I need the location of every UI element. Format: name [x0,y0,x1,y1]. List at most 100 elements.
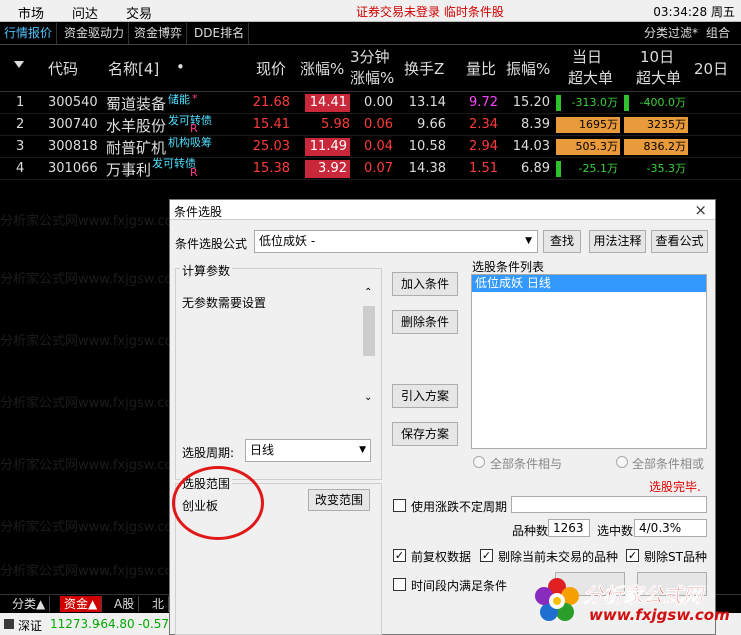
scroll-thumb[interactable] [363,306,375,356]
col-10day-b[interactable]: 超大单 [636,68,681,88]
close-icon[interactable]: × [694,201,707,219]
login-warning: 证券交易未登录 临时条件股 [356,5,504,19]
tab-fund-game[interactable]: 资金博弈 [130,23,188,44]
delete-condition-button[interactable]: 删除条件 [392,310,458,334]
fq-checkbox[interactable]: ✓ [393,549,406,562]
view-formula-button[interactable]: 查看公式 [651,230,708,253]
import-plan-button[interactable]: 引入方案 [392,384,458,408]
col-amplitude[interactable]: 振幅% [506,58,550,79]
stock-name: 水羊股份 [106,117,167,135]
status-change: -64.80 [96,617,135,631]
tab-category[interactable]: 分类▲ [8,596,51,612]
list-item[interactable]: 低位成妖 日线 [472,275,706,292]
save-plan-button[interactable]: 保存方案 [392,422,458,446]
col-turnover[interactable]: 换手Z [404,58,444,79]
turnover: 13.14 [408,95,446,110]
logo-text-url: www.fxjgsw.com [589,606,730,624]
period-label: 选股周期: [182,446,235,460]
period-range-field[interactable] [511,496,707,513]
col-today-b[interactable]: 超大单 [568,68,613,88]
col-change[interactable]: 涨幅% [300,58,344,79]
radio-or[interactable] [616,456,628,468]
vol-ratio: 9.72 [469,95,498,110]
col-10day-a[interactable]: 10日 [640,47,674,67]
turnover: 9.66 [417,117,446,132]
params-label: 计算参数 [180,262,233,279]
watermark: 分析家公式网www.fxjgsw.com [0,396,186,411]
hit-value: 4/0.3% [639,521,682,535]
select-status: 选股完毕. [649,480,701,494]
exclude-untraded-label: 剔除当前未交易的品种 [498,550,619,564]
condition-list[interactable]: 低位成妖 日线 [471,274,707,449]
col-dot: • [176,58,185,76]
change-range-button[interactable]: 改变范围 [308,489,370,511]
count-field: 1263 [548,519,590,537]
exclude-st-checkbox[interactable]: ✓ [626,549,639,562]
watermark: 分析家公式网www.fxjgsw.com [0,458,186,473]
period-select[interactable]: 日线 ▼ [245,439,371,462]
table-row[interactable]: 4 301066 万事利 发可转债 R 15.38 3.92 0.07 14.3… [0,157,741,180]
sort-down-icon[interactable] [14,61,24,68]
col-name[interactable]: 名称[4] [108,58,159,79]
exclude-untraded-checkbox[interactable]: ✓ [480,549,493,562]
stock-code: 300818 [48,139,98,154]
tab-category-filter[interactable]: 分类过滤* [644,23,698,44]
min3-pct: 0.04 [364,139,393,154]
usage-button[interactable]: 用法注释 [589,230,646,253]
period-all-checkbox[interactable] [393,578,406,591]
status-market: 深证 [18,619,43,633]
col-code[interactable]: 代码 [48,58,78,79]
status-icon [4,619,14,629]
col-20day[interactable]: 20日 [694,58,728,79]
count-value: 1263 [553,521,584,535]
tab-fund[interactable]: 资金▲ [60,596,103,612]
flower-logo-icon [535,578,579,621]
col-today-a[interactable]: 当日 [572,47,602,67]
row-index: 3 [16,139,25,154]
table-row[interactable]: 1 300540 蜀道装备 储能 * 21.68 14.41 0.00 13.1… [0,92,741,114]
params-scrollbar[interactable]: ⌃ ⌄ [361,287,377,408]
find-button[interactable]: 查找 [543,230,581,253]
tab-quotes[interactable]: 行情报价 [0,23,58,44]
chevron-down-icon: ▼ [525,236,532,246]
amplitude: 15.20 [512,95,550,110]
turnover: 14.38 [408,161,446,176]
tab-ashare[interactable]: A股 [110,596,140,612]
col-3min-b[interactable]: 涨幅% [350,68,394,88]
amplitude: 6.89 [521,161,550,176]
change-pct: 3.92 [305,160,350,178]
col-volratio[interactable]: 量比 [466,58,496,79]
tab-portfolio[interactable]: 组合 [706,23,730,44]
table-row[interactable]: 3 300818 耐普矿机 机构吸筹 25.03 11.49 0.04 10.5… [0,136,741,158]
menu-bar: 市场 问达 交易 证券交易未登录 临时条件股 03:34:28 周五 [0,0,741,22]
tab-fund-drive[interactable]: 资金驱动力 [60,23,130,44]
col-3min-a[interactable]: 3分钟 [350,47,390,67]
exclude-st-label: 剔除ST品种 [644,550,707,564]
change-pct: 5.98 [321,117,350,132]
menu-market[interactable]: 市场 [18,3,44,22]
stock-tag-mark: R [190,166,198,179]
amplitude: 8.39 [521,117,550,132]
condition-list-label: 选股条件列表 [472,260,545,274]
formula-select[interactable]: 低位成妖 - ▼ [254,230,538,253]
col-price[interactable]: 现价 [256,58,286,79]
table-row[interactable]: 2 300740 水羊股份 发可转债 R 15.41 5.98 0.06 9.6… [0,114,741,136]
row-index: 1 [16,95,25,110]
use-period-label: 使用涨跌不定周期 [411,500,508,514]
tab-north[interactable]: 北 [148,596,170,612]
condition-select-dialog: 条件选股 × 条件选股公式 低位成妖 - ▼ 查找 用法注释 查看公式 计算参数… [169,199,716,635]
fq-label: 前复权数据 [411,550,472,564]
row-index: 2 [16,117,25,132]
menu-trade[interactable]: 交易 [126,3,152,22]
stock-name: 蜀道装备 [106,95,167,113]
use-period-checkbox[interactable] [393,499,406,512]
scroll-up-icon[interactable]: ⌃ [364,287,372,298]
tenday-big-order: -35.3万 [646,162,686,175]
tab-dde-rank[interactable]: DDE排名 [190,23,250,44]
scroll-down-icon[interactable]: ⌄ [364,392,372,403]
radio-and[interactable] [473,456,485,468]
stock-tag-mark: * [192,92,198,105]
menu-wenda[interactable]: 问达 [72,3,98,22]
price: 15.41 [252,117,290,132]
add-condition-button[interactable]: 加入条件 [392,272,458,296]
